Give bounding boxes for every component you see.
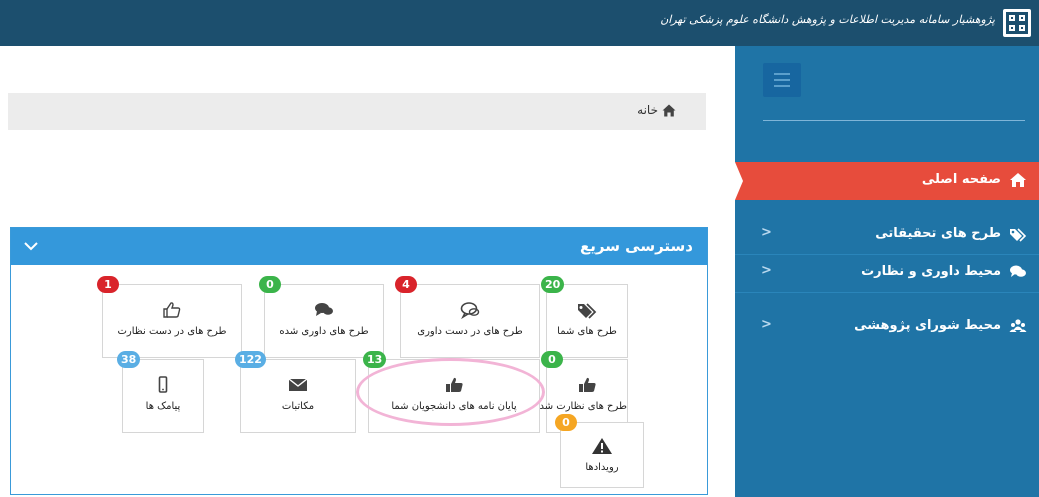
count-badge: 0 [259, 276, 281, 293]
hamburger-menu-icon[interactable] [763, 63, 801, 97]
chevron-icon: < [761, 263, 772, 278]
count-badge: 38 [117, 351, 141, 368]
tile-label: طرح های شما [557, 326, 617, 337]
sidebar-item-label: محیط شورای پژوهشی [854, 318, 1001, 333]
sidebar-item-label: طرح های تحقیقاتی [875, 226, 1001, 241]
quick-tile-your-projects[interactable]: 20 طرح های شما [541, 276, 628, 358]
chevron-down-icon[interactable] [23, 239, 39, 253]
tile-label: پیامک ها [145, 401, 181, 412]
sidebar-item-label: محیط داوری و نظارت [861, 264, 1001, 279]
count-badge: 122 [235, 351, 266, 368]
chevron-icon: < [761, 225, 772, 240]
comments-icon [1010, 265, 1026, 277]
quick-tile-correspondence[interactable]: 122 مکاتبات [235, 351, 356, 433]
sidebar: صفحه اصلی طرح های تحقیقاتی < محیط داوری … [735, 46, 1039, 497]
tile-label: طرح های در دست نظارت [117, 326, 227, 337]
quick-tile-sms[interactable]: 38 پیامک ها [117, 351, 204, 433]
users-icon [1009, 319, 1027, 332]
breadcrumb: خانه [8, 93, 706, 130]
mobile-icon [158, 376, 168, 393]
count-badge: 0 [555, 414, 577, 431]
thumbs-up-outline-icon [163, 302, 181, 318]
panel-header: دسترسی سریع [11, 228, 707, 265]
quick-tile-reviewed-projects[interactable]: 0 طرح های داوری شده [259, 276, 384, 358]
sidebar-item-review-supervision[interactable]: محیط داوری و نظارت < [735, 254, 1039, 292]
tags-icon [1010, 228, 1027, 242]
university-logo-icon[interactable] [1003, 9, 1031, 37]
home-icon[interactable] [662, 104, 676, 117]
panel-title: دسترسی سریع [579, 237, 693, 255]
count-badge: 20 [541, 276, 565, 293]
count-badge: 4 [395, 276, 417, 293]
count-badge: 1 [97, 276, 119, 293]
quick-tile-projects-under-review[interactable]: 4 طرح های در دست داوری [395, 276, 540, 358]
sidebar-item-home[interactable]: صفحه اصلی [735, 162, 1039, 200]
sidebar-item-label: صفحه اصلی [921, 172, 1001, 187]
envelope-icon [288, 378, 308, 391]
comments-icon [315, 303, 333, 316]
tile-label: طرح های در دست داوری [417, 326, 523, 337]
quick-tile-projects-under-supervision[interactable]: 1 طرح های در دست نظارت [97, 276, 242, 358]
tile-label: طرح های داوری شده [279, 326, 369, 337]
tags-icon [578, 303, 597, 319]
warning-icon [592, 438, 612, 454]
thumbs-up-icon [579, 377, 596, 392]
brand-title: پژوهشیار سامانه مدیریت اطلاعات و پژوهش د… [660, 13, 995, 26]
quick-tile-events[interactable]: 0 رویدادها [555, 414, 644, 488]
tile-label: مکاتبات [281, 401, 315, 412]
home-icon [1010, 173, 1026, 187]
nav-divider [735, 292, 1039, 293]
count-badge: 13 [363, 351, 387, 368]
sidebar-item-research-projects[interactable]: طرح های تحقیقاتی < [735, 216, 1039, 254]
comment-outline-icon [460, 302, 480, 319]
sidebar-item-research-council[interactable]: محیط شورای پژوهشی < [735, 308, 1039, 346]
highlight-ellipse [356, 358, 545, 426]
count-badge: 0 [541, 351, 563, 368]
tile-label: رویدادها [585, 462, 619, 473]
breadcrumb-home-link[interactable]: خانه [637, 103, 658, 117]
sidebar-divider [763, 120, 1025, 121]
tile-label: طرح های نظارت شده [534, 401, 627, 412]
top-bar: پژوهشیار سامانه مدیریت اطلاعات و پژوهش د… [0, 0, 1039, 46]
chevron-icon: < [761, 317, 772, 332]
